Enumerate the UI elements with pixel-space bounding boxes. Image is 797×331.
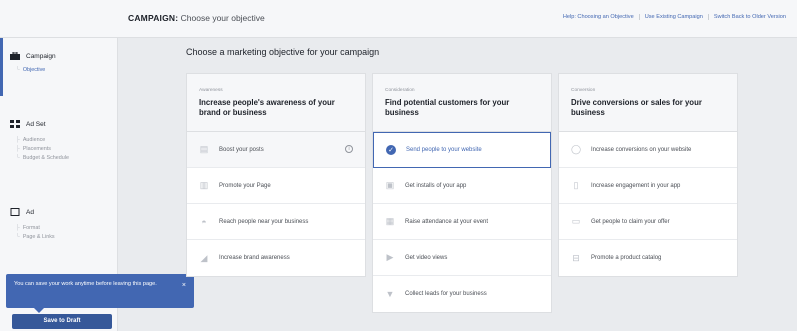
sidebar-sub-format[interactable]: ├ Format xyxy=(16,224,40,233)
video-icon: ▶ xyxy=(386,252,394,262)
objective-option-app-engagement[interactable]: ▯ Increase engagement in your app xyxy=(559,168,737,204)
globe-icon: ◯ xyxy=(570,144,582,154)
column-header: Consideration Find potential customers f… xyxy=(373,74,551,132)
sidebar-item-adset[interactable]: Ad Set xyxy=(10,120,46,128)
column-heading: Drive conversions or sales for your busi… xyxy=(571,98,702,117)
option-label: Promote your Page xyxy=(219,182,271,189)
objective-column-awareness: Awareness Increase people's awareness of… xyxy=(186,73,366,277)
option-label: Promote a product catalog xyxy=(591,255,662,261)
person-icon: ◓ xyxy=(201,216,207,227)
option-label: Reach people near your business xyxy=(219,218,309,225)
option-label: Increase brand awareness xyxy=(219,255,290,261)
option-label: Send people to your website xyxy=(406,147,482,153)
save-to-draft-button[interactable]: Save to Draft xyxy=(12,314,112,329)
briefcase-icon xyxy=(10,51,20,60)
objective-heading: Choose a marketing objective for your ca… xyxy=(186,47,380,57)
column-header: Conversion Drive conversions or sales fo… xyxy=(559,74,737,132)
square-icon xyxy=(10,208,20,216)
page-title: CAMPAIGN: Choose your objective xyxy=(128,13,265,23)
app-icon: ▣ xyxy=(385,180,395,190)
option-label: Boost your posts xyxy=(219,146,264,153)
objective-column-conversion: Conversion Drive conversions or sales fo… xyxy=(558,73,738,277)
objective-option-boost-posts[interactable]: ▤ Boost your posts i xyxy=(187,132,365,168)
column-heading: Increase people's awareness of your bran… xyxy=(199,98,335,117)
column-category: Conversion xyxy=(571,88,596,93)
sidebar-sub-budget[interactable]: └ Budget & Schedule xyxy=(16,154,69,163)
sidebar-item-ad[interactable]: Ad xyxy=(10,208,34,216)
column-header: Awareness Increase people's awareness of… xyxy=(187,74,365,132)
title-bold: CAMPAIGN: xyxy=(128,13,179,23)
check-icon: ✓ xyxy=(386,145,396,155)
close-icon[interactable]: × xyxy=(182,282,186,290)
option-label: Raise attendance at your event xyxy=(405,218,489,225)
column-category: Awareness xyxy=(199,88,223,93)
megaphone-icon: ◢ xyxy=(200,252,208,263)
option-label: Increase conversions on your website xyxy=(591,146,692,153)
objective-option-website-traffic[interactable]: ✓ Send people to your website xyxy=(373,132,551,168)
objective-option-video-views[interactable]: ▶ Get video views xyxy=(373,240,551,276)
objective-option-website-conversions[interactable]: ◯ Increase conversions on your website xyxy=(559,132,737,168)
grid-icon xyxy=(10,120,20,128)
save-hint-toast: You can save your work anytime before le… xyxy=(6,274,194,313)
option-label: Increase engagement in your app xyxy=(591,182,681,189)
option-label: Get installs of your app xyxy=(405,182,467,189)
calendar-icon: ▦ xyxy=(385,216,395,226)
info-icon[interactable]: i xyxy=(345,145,353,153)
column-heading: Find potential customers for your busine… xyxy=(385,98,510,117)
objective-option-product-catalog[interactable]: ⊟ Promote a product catalog xyxy=(559,240,737,276)
sidebar-item-campaign[interactable]: Campaign xyxy=(10,51,56,60)
help-objective-link[interactable]: Help: Choosing an Objective xyxy=(558,14,639,20)
cart-icon: ⊟ xyxy=(572,252,580,263)
objective-option-lead-generation[interactable]: ▼ Collect leads for your business xyxy=(373,276,551,312)
objective-option-promote-page[interactable]: ▥ Promote your Page xyxy=(187,168,365,204)
thumb-icon: ▤ xyxy=(199,144,209,154)
title-rest: Choose your objective xyxy=(180,13,265,23)
sidebar-section-ad[interactable]: Ad ├ Format └ Page & Links xyxy=(0,204,118,254)
objective-option-app-installs[interactable]: ▣ Get installs of your app xyxy=(373,168,551,204)
sidebar-item-label: Ad Set xyxy=(26,120,46,128)
objective-option-offer-claims[interactable]: ▭ Get people to claim your offer xyxy=(559,204,737,240)
sidebar-item-label: Ad xyxy=(26,208,34,216)
sidebar-section-adset[interactable]: Ad Set ├ Audience ├ Placements └ Budget & S… xyxy=(0,116,118,186)
objective-option-reach-nearby[interactable]: ◓ Reach people near your business xyxy=(187,204,365,240)
objective-column-consideration: Consideration Find potential customers f… xyxy=(372,73,552,313)
funnel-icon: ▼ xyxy=(385,289,395,299)
header-links: Help: Choosing an Objective Use Existing… xyxy=(558,14,791,20)
option-label: Collect leads for your business xyxy=(405,291,487,297)
option-label: Get video views xyxy=(405,254,448,261)
sidebar-section-campaign[interactable]: Campaign └ Objective xyxy=(0,38,118,96)
option-label: Get people to claim your offer xyxy=(591,218,670,225)
column-category: Consideration xyxy=(385,88,415,93)
like-icon: ▥ xyxy=(199,180,209,190)
objective-option-event-attendance[interactable]: ▦ Raise attendance at your event xyxy=(373,204,551,240)
sidebar-item-label: Campaign xyxy=(26,52,56,60)
phone-icon: ▯ xyxy=(573,180,579,190)
use-existing-campaign-link[interactable]: Use Existing Campaign xyxy=(638,14,708,20)
toast-text: You can save your work anytime before le… xyxy=(14,281,157,287)
tag-icon: ▭ xyxy=(571,216,581,226)
sidebar-sub-page-links[interactable]: └ Page & Links xyxy=(16,233,55,242)
sidebar-sub-placements[interactable]: ├ Placements xyxy=(16,145,51,154)
top-bar: CAMPAIGN: Choose your objective Help: Ch… xyxy=(0,0,797,38)
sidebar-sub-audience[interactable]: ├ Audience xyxy=(16,136,45,145)
sidebar-sub-objective[interactable]: └ Objective xyxy=(16,66,45,75)
objective-option-brand-awareness[interactable]: ◢ Increase brand awareness xyxy=(187,240,365,276)
switch-older-version-link[interactable]: Switch Back to Older Version xyxy=(707,14,791,20)
